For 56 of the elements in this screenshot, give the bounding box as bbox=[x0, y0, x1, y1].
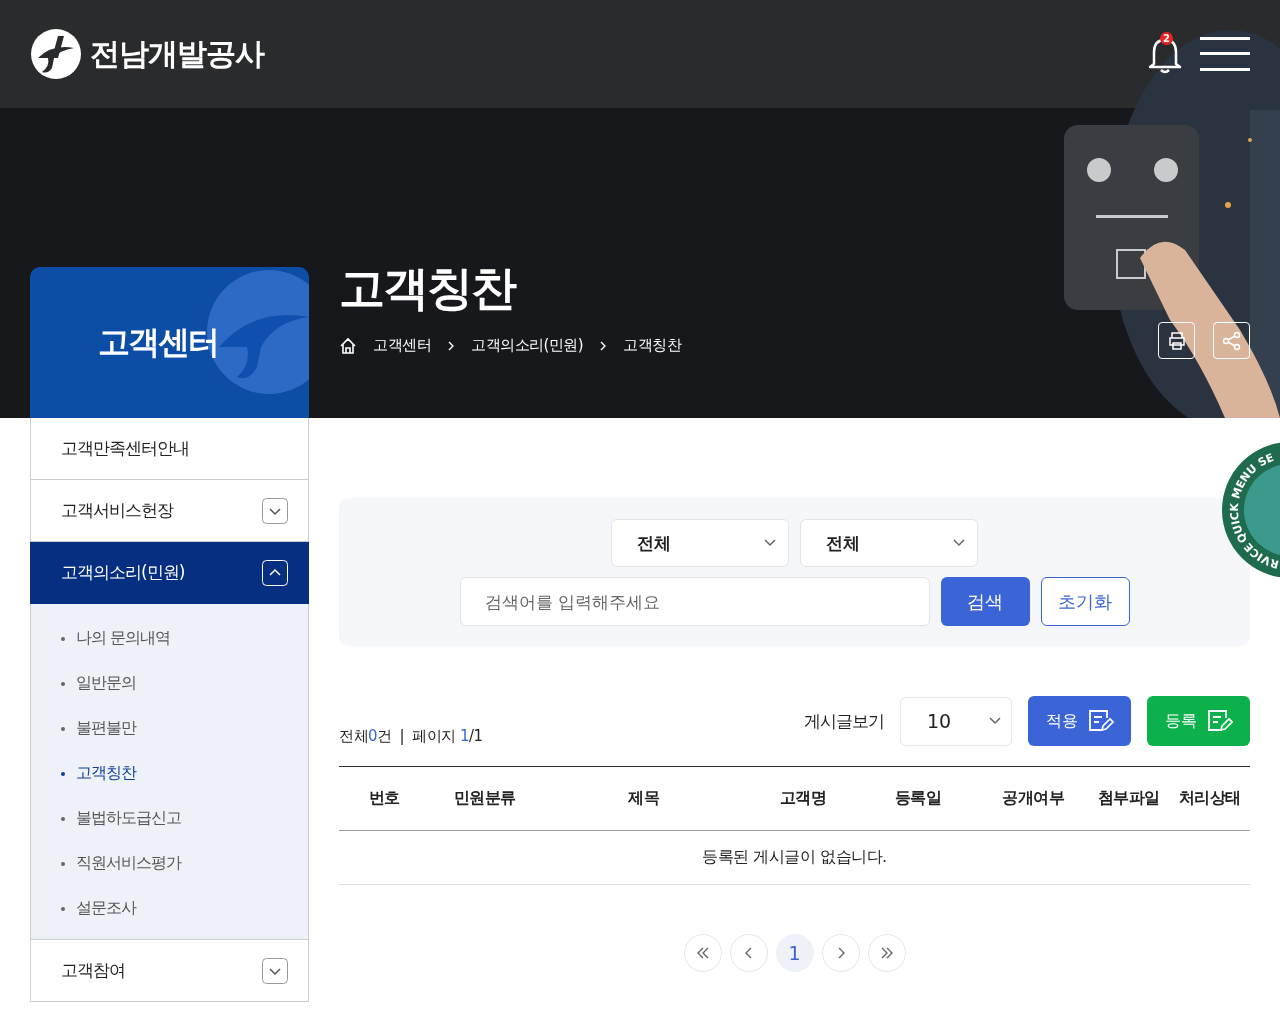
breadcrumb-link[interactable]: 고객센터 bbox=[373, 336, 431, 355]
sidebar-item[interactable]: 고객의소리(민원) bbox=[30, 542, 309, 604]
sidebar-title: 고객센터 bbox=[97, 321, 218, 363]
submenu-item[interactable]: 고객칭찬 bbox=[31, 751, 308, 796]
total-count-text: 전체0건 bbox=[339, 727, 392, 745]
reset-button[interactable]: 초기화 bbox=[1040, 577, 1130, 626]
home-icon[interactable] bbox=[339, 336, 357, 355]
chevron-down-icon bbox=[764, 539, 776, 547]
double-chevron-left-icon bbox=[695, 947, 710, 959]
submenu-item[interactable]: 직원서비스평가 bbox=[31, 841, 308, 886]
column-header: 제목 bbox=[539, 766, 749, 831]
edit-icon bbox=[1087, 709, 1114, 733]
chevron-right-icon bbox=[447, 340, 455, 351]
column-header: 고객명 bbox=[748, 766, 859, 831]
chevron-down-icon bbox=[953, 539, 965, 547]
column-header: 첨부파일 bbox=[1088, 766, 1170, 831]
logo-icon bbox=[30, 28, 82, 80]
page-info-text: 페이지 1/1 bbox=[412, 727, 483, 745]
search-field[interactable]: 검색어를 입력해주세요 bbox=[459, 577, 930, 626]
sidebar-item[interactable]: 고객만족센터안내 bbox=[30, 418, 309, 480]
breadcrumb-link[interactable]: 고객칭찬 bbox=[623, 336, 682, 355]
sidebar-item[interactable]: 고객서비스헌장 bbox=[30, 480, 309, 542]
filter-select[interactable]: 전체 bbox=[611, 519, 789, 567]
sidebar-item[interactable]: 고객참여 bbox=[30, 940, 309, 1002]
search-button[interactable]: 검색 bbox=[940, 577, 1030, 626]
share-icon bbox=[1220, 329, 1243, 352]
edit-icon bbox=[1206, 709, 1233, 733]
toggle-icon[interactable] bbox=[262, 497, 288, 524]
chevron-down-icon bbox=[989, 717, 1001, 725]
breadcrumb-link[interactable]: 고객의소리(민원) bbox=[471, 336, 584, 355]
column-header: 처리상태 bbox=[1169, 766, 1250, 831]
separator-text: | bbox=[399, 727, 405, 745]
chevron-left-icon bbox=[743, 947, 754, 959]
apply-button[interactable]: 적용 bbox=[1028, 696, 1131, 746]
print-button[interactable] bbox=[1158, 322, 1195, 359]
chevron-right-icon bbox=[599, 340, 608, 351]
double-chevron-right-icon bbox=[879, 947, 894, 959]
per-page-label: 게시글보기 bbox=[804, 709, 884, 733]
page-button[interactable]: 1 bbox=[775, 934, 814, 972]
filter-select[interactable]: 전체 bbox=[800, 519, 978, 567]
column-header: 공개여부 bbox=[978, 766, 1089, 831]
logo-text[interactable]: 전남개발공사 bbox=[90, 33, 264, 75]
submenu-item[interactable]: 일반문의 bbox=[31, 661, 308, 706]
submenu-item[interactable]: 나의 문의내역 bbox=[31, 616, 308, 661]
menu-icon[interactable] bbox=[1200, 36, 1250, 72]
submenu-item[interactable]: 불편불만 bbox=[31, 706, 308, 751]
submenu-item[interactable]: 불법하도급신고 bbox=[31, 796, 308, 841]
toggle-icon[interactable] bbox=[262, 957, 288, 984]
column-header: 등록일 bbox=[858, 766, 979, 831]
empty-message: 등록된 게시글이 없습니다. bbox=[339, 830, 1250, 885]
column-header: 민원분류 bbox=[429, 766, 540, 831]
share-button[interactable] bbox=[1213, 322, 1250, 359]
page-title: 고객칭찬 bbox=[339, 260, 517, 317]
submenu-item[interactable]: 설문조사 bbox=[31, 886, 308, 931]
column-header: 번호 bbox=[339, 766, 430, 831]
per-page-select[interactable]: 10 bbox=[900, 696, 1012, 746]
